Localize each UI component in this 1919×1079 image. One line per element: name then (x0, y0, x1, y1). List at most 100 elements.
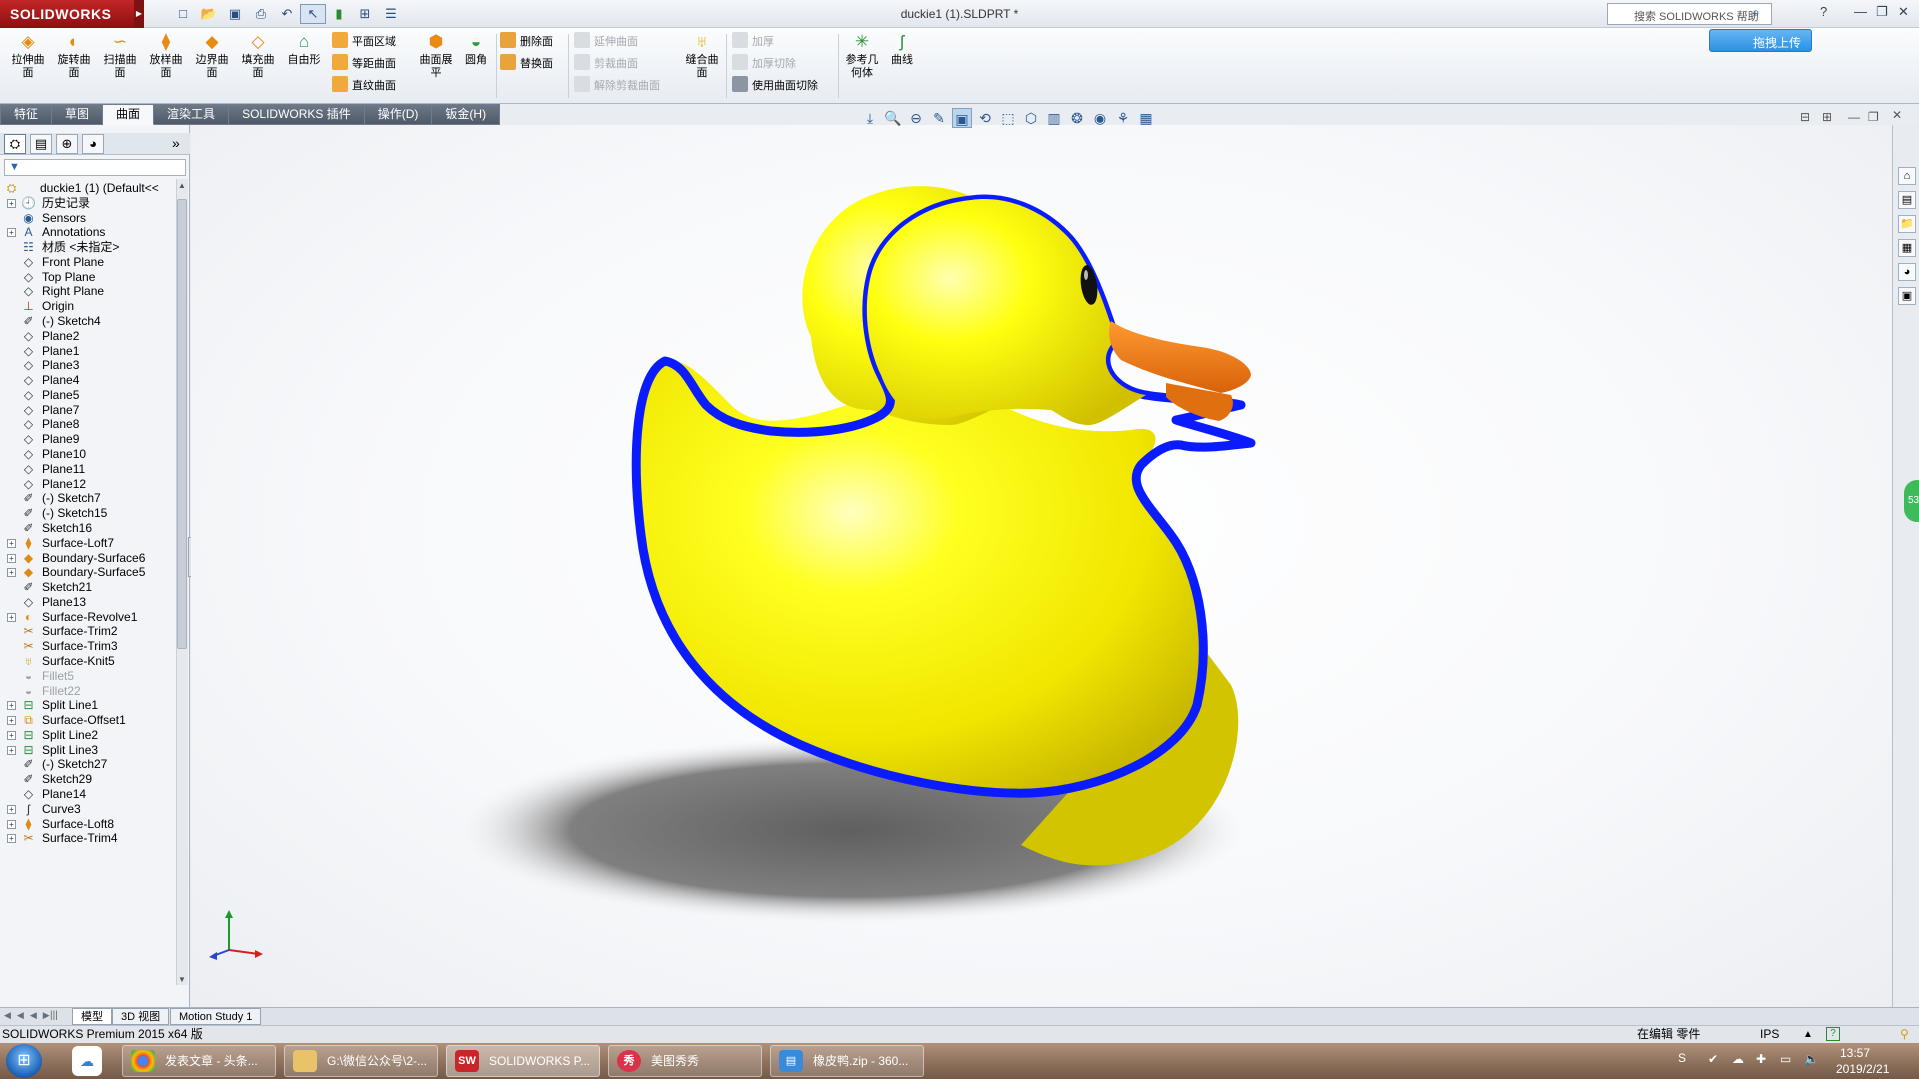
expand-toggle-icon[interactable]: + (7, 198, 16, 208)
thicken-cut-button[interactable]: 加厚切除 (732, 54, 796, 74)
rebuild-icon[interactable]: ▮ (326, 4, 352, 24)
appearances-icon[interactable]: ◕ (1898, 263, 1916, 281)
tray-security-icon[interactable]: ✚ (1756, 1052, 1766, 1066)
design-library-icon[interactable]: ▤ (1898, 191, 1916, 209)
task-meitu[interactable]: 秀美图秀秀 (608, 1045, 762, 1077)
clock-date[interactable]: 2019/2/21 (1836, 1062, 1889, 1076)
solidworks-logo[interactable]: SOLIDWORKS (0, 0, 134, 28)
cloud-app-pinned-icon[interactable]: ☁ (72, 1046, 102, 1076)
extend-surface-button[interactable]: 延伸曲面 (574, 32, 638, 52)
expand-toggle-icon[interactable]: + (7, 834, 16, 844)
units-dropdown-icon[interactable]: ▲ (1803, 1026, 1813, 1043)
expand-toggle-icon[interactable]: + (7, 804, 16, 814)
swept-surface-button[interactable]: ∽ 扫描曲面 (100, 32, 140, 80)
tray-app-icon[interactable]: ✔ (1708, 1052, 1718, 1066)
open-icon[interactable]: 📂 (196, 4, 222, 24)
solidworks-resources-icon[interactable]: ⌂ (1898, 167, 1916, 185)
apply-scene-icon[interactable]: ❂ (1067, 108, 1087, 128)
expand-toggle-icon[interactable]: + (7, 745, 16, 755)
tab-model[interactable]: 模型 (72, 1008, 112, 1025)
file-properties-icon[interactable]: ⊞ (352, 4, 378, 24)
previous-view-icon[interactable]: ⊖ (906, 108, 926, 128)
tab-solidworks-addins[interactable]: SOLIDWORKS 插件 (229, 104, 365, 125)
ime-icon[interactable]: S (1678, 1051, 1686, 1065)
expand-toggle-icon[interactable]: + (7, 701, 16, 711)
save-icon[interactable]: ▣ (222, 4, 248, 24)
undo-icon[interactable]: ↶ (274, 4, 300, 24)
fillet-button[interactable]: ◒ 圆角 (458, 32, 494, 67)
task-chrome[interactable]: 发表文章 - 头条... (122, 1045, 276, 1077)
clock-time[interactable]: 13:57 (1840, 1046, 1870, 1060)
viewport-restore-icon[interactable]: ❐ (1868, 110, 1879, 124)
tray-cloud-icon[interactable]: ☁ (1732, 1052, 1744, 1066)
side-badge[interactable]: 53 (1904, 480, 1919, 522)
tab-sheet-metal[interactable]: 钣金(H) (432, 104, 501, 125)
expand-toggle-icon[interactable]: + (7, 568, 16, 578)
tab-render-tools[interactable]: 渲染工具 (154, 104, 230, 125)
tab-3d-views[interactable]: 3D 视图 (112, 1008, 170, 1025)
search-input[interactable]: 搜索 SOLIDWORKS 帮助 (1607, 3, 1772, 25)
reference-geometry-button[interactable]: ✳ 参考几何体 (842, 32, 882, 80)
file-explorer-icon[interactable]: 📁 (1898, 215, 1916, 233)
status-help-icon[interactable]: ? (1826, 1027, 1840, 1041)
delete-face-button[interactable]: 删除面 (500, 32, 553, 52)
curves-button[interactable]: ʃ 曲线 (884, 32, 920, 67)
expand-toggle-icon[interactable]: + (7, 612, 16, 622)
status-units[interactable]: IPS (1760, 1026, 1779, 1043)
minimize-icon[interactable]: — (1854, 4, 1867, 19)
property-manager-tab-icon[interactable]: ▤ (30, 134, 52, 154)
planar-surface-button[interactable]: 平面区域 (332, 32, 396, 52)
view-palette-icon[interactable]: ▦ (1898, 239, 1916, 257)
render-tools-icon[interactable]: ⚘ (1113, 108, 1133, 128)
expand-toggle-icon[interactable]: + (7, 553, 16, 563)
scroll-up-icon[interactable]: ▲ (178, 181, 186, 190)
tree-scrollbar-thumb[interactable] (177, 199, 187, 649)
task-zip[interactable]: ▤ 橡皮鸭.zip - 360... (770, 1045, 924, 1077)
surface-flatten-button[interactable]: ⬢ 曲面展平 (416, 32, 456, 80)
hide-show-items-icon[interactable]: ⬡ (1021, 108, 1041, 128)
h-scroll-handle-icon[interactable]: ||| (50, 1010, 58, 1021)
view-settings-icon[interactable]: ◉ (1090, 108, 1110, 128)
custom-properties-icon[interactable]: ▣ (1898, 287, 1916, 305)
tab-motion-study[interactable]: Motion Study 1 (170, 1008, 262, 1025)
print-icon[interactable]: ⎙ (248, 4, 274, 24)
freeform-button[interactable]: ⌂ 自由形 (284, 32, 324, 67)
search-icon[interactable]: ⌕ (1752, 4, 1760, 21)
viewport-split-icon[interactable]: ⊟ (1800, 110, 1810, 124)
realview-icon[interactable]: ▦ (1136, 108, 1156, 128)
offset-surface-button[interactable]: 等距曲面 (332, 54, 396, 74)
tab-operations[interactable]: 操作(D) (364, 104, 433, 125)
network-icon[interactable]: ▭ (1780, 1052, 1791, 1066)
tab-navigation-icon[interactable]: ◀◀◀▶ (4, 1010, 56, 1021)
cloud-upload-button[interactable]: 拖拽上传 (1709, 29, 1812, 52)
scroll-down-icon[interactable]: ▼ (178, 975, 186, 984)
knit-surface-button[interactable]: ♅ 缝合曲面 (682, 32, 722, 80)
feature-manager-tab-icon[interactable]: ⛭ (4, 134, 26, 154)
expand-toggle-icon[interactable]: + (7, 819, 16, 829)
lofted-surface-button[interactable]: ⧫ 放样曲面 (146, 32, 186, 80)
help-menu-icon[interactable]: ? (1820, 4, 1827, 19)
options-icon[interactable]: ☰ (378, 4, 404, 24)
tree-filter-input[interactable] (4, 159, 186, 176)
trim-surface-button[interactable]: 剪裁曲面 (574, 54, 638, 74)
extruded-surface-button[interactable]: ◈ 拉伸曲面 (8, 32, 48, 80)
expand-toggle-icon[interactable]: + (7, 228, 16, 238)
untrim-surface-button[interactable]: 解除剪裁曲面 (574, 76, 660, 96)
close-icon[interactable]: ✕ (1898, 4, 1909, 20)
restore-icon[interactable]: ❐ (1876, 4, 1888, 20)
dynamic-annotation-view-icon[interactable]: ▣ (952, 108, 972, 128)
ruled-surface-button[interactable]: 直纹曲面 (332, 76, 396, 96)
thicken-button[interactable]: 加厚 (732, 32, 774, 52)
tree-item[interactable]: + ✂ Surface-Trim4 (0, 829, 176, 847)
viewport-tile-icon[interactable]: ⊞ (1822, 110, 1832, 124)
viewport-close-icon[interactable]: ✕ (1892, 108, 1902, 122)
view-orientation-icon[interactable]: ⟲ (975, 108, 995, 128)
volume-icon[interactable]: 🔈 (1804, 1052, 1819, 1066)
menu-expand-arrow-icon[interactable]: ▶ (134, 0, 144, 28)
task-solidworks[interactable]: SW SOLIDWORKS P... (446, 1045, 600, 1077)
expand-toggle-icon[interactable]: + (7, 716, 16, 726)
new-icon[interactable]: □ (170, 4, 196, 24)
start-button-icon[interactable]: ⊞ (6, 1044, 42, 1078)
expand-toggle-icon[interactable]: + (7, 730, 16, 740)
replace-face-button[interactable]: 替换面 (500, 54, 553, 74)
